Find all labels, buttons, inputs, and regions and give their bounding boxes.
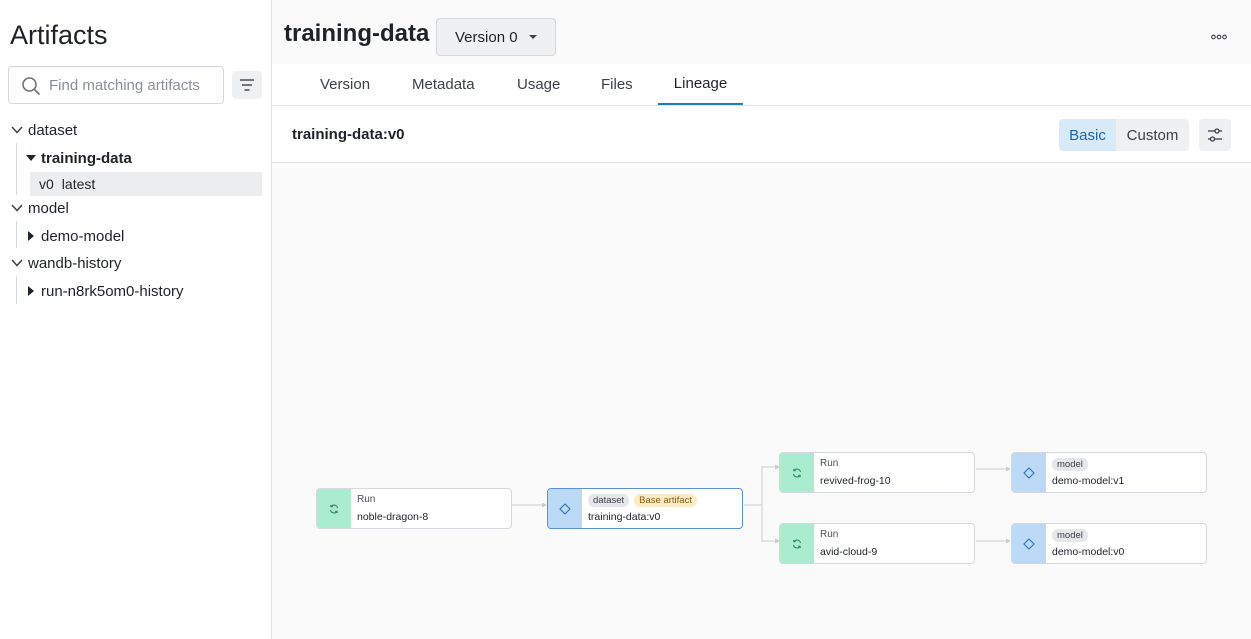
tab-usage[interactable]: Usage <box>517 64 560 105</box>
node-type-pill: model <box>1052 529 1088 542</box>
filter-lines-icon <box>240 79 254 91</box>
lineage-node-base-artifact[interactable]: dataset Base artifact training-data:v0 <box>547 488 743 529</box>
sync-icon <box>329 504 339 513</box>
tree-group-wandb-history[interactable]: wandb-history <box>10 250 121 276</box>
tree-group-label: model <box>28 199 69 217</box>
version-dropdown[interactable]: Version 0 <box>436 18 556 56</box>
artifact-tabs: Version Metadata Usage Files Lineage <box>272 64 1251 106</box>
tree-group-label: wandb-history <box>28 254 122 272</box>
artifact-strip <box>1012 453 1046 492</box>
tree-guide-line <box>16 276 17 304</box>
version-alias: latest <box>61 176 96 192</box>
lineage-node-run[interactable]: Run noble-dragon-8 <box>316 488 512 529</box>
sync-icon <box>792 539 802 548</box>
node-header: model <box>1052 529 1088 542</box>
version-label: v0 <box>39 176 54 192</box>
tree-group-model[interactable]: model <box>10 195 69 221</box>
tab-files[interactable]: Files <box>601 64 633 105</box>
caret-right-icon <box>24 284 38 298</box>
more-button[interactable] <box>1208 28 1230 46</box>
edge-dataset-to-revived-frog <box>744 466 776 506</box>
caret-down-icon <box>24 151 38 165</box>
tree-group-dataset[interactable]: dataset <box>10 117 77 143</box>
node-type-label: Run <box>820 458 839 469</box>
diamond-icon <box>1023 466 1035 479</box>
node-type-label: Run <box>820 529 839 540</box>
artifact-header: training-data Version 0 <box>272 0 1251 64</box>
tree-guide-line <box>16 143 17 195</box>
lineage-node-artifact[interactable]: model demo-model:v1 <box>1011 452 1207 493</box>
node-name: noble-dragon-8 <box>357 511 429 523</box>
filter-button[interactable] <box>232 71 262 99</box>
node-name: demo-model:v0 <box>1052 546 1125 558</box>
sidebar-title: Artifacts <box>10 20 108 50</box>
version-dropdown-label: Version 0 <box>455 28 518 46</box>
diamond-icon <box>1023 537 1035 550</box>
diamond-icon <box>559 502 571 515</box>
page-title: training-data <box>284 20 430 47</box>
chevron-down-icon <box>10 256 24 270</box>
mode-basic-button[interactable]: Basic <box>1059 119 1116 151</box>
tree-group-label: dataset <box>28 121 78 139</box>
caret-down-icon <box>528 35 537 39</box>
tab-metadata[interactable]: Metadata <box>412 64 475 105</box>
tree-item-training-data[interactable]: training-data <box>24 145 132 171</box>
sliders-icon <box>1208 128 1222 142</box>
node-name: training-data:v0 <box>588 511 661 523</box>
more-horizontal-icon <box>1211 34 1227 40</box>
tree-item-label: demo-model <box>41 227 125 245</box>
node-header: dataset Base artifact <box>588 494 697 507</box>
node-type-pill: dataset <box>588 494 630 507</box>
artifact-main: training-data Version 0 Version Metadata… <box>272 0 1251 639</box>
node-type-label: Run <box>357 494 376 505</box>
lineage-toolbar: training-data:v0 Basic Custom <box>272 106 1251 163</box>
tab-lineage[interactable]: Lineage <box>658 64 743 105</box>
base-artifact-badge: Base artifact <box>634 494 697 507</box>
node-header: model <box>1052 458 1088 471</box>
tree-version-row[interactable]: v0 latest <box>30 172 262 196</box>
chevron-down-icon <box>10 201 24 215</box>
tree-item-demo-model[interactable]: demo-model <box>24 223 124 249</box>
mode-custom-button[interactable]: Custom <box>1116 119 1189 151</box>
run-strip <box>780 453 814 492</box>
tree-item-label: run-n8rk5om0-history <box>41 282 184 300</box>
app-window: Artifacts dataset <box>0 0 1251 639</box>
sync-icon <box>792 468 802 477</box>
run-strip <box>780 524 814 563</box>
node-type-pill: model <box>1052 458 1088 471</box>
lineage-title: training-data:v0 <box>292 126 405 143</box>
node-name: demo-model:v1 <box>1052 475 1125 487</box>
tab-version[interactable]: Version <box>320 64 370 105</box>
edge-dataset-to-avid-cloud <box>761 505 776 542</box>
lineage-graph-canvas[interactable]: Run noble-dragon-8 dataset Base artifact… <box>272 163 1251 639</box>
lineage-settings-button[interactable] <box>1199 119 1231 151</box>
run-strip <box>317 489 351 528</box>
artifact-strip <box>1012 524 1046 563</box>
artifact-strip <box>548 489 582 528</box>
lineage-node-run[interactable]: Run revived-frog-10 <box>779 452 975 493</box>
caret-right-icon <box>24 229 38 243</box>
lineage-node-artifact[interactable]: model demo-model:v0 <box>1011 523 1207 564</box>
search-input[interactable] <box>49 67 219 103</box>
chevron-down-icon <box>10 123 24 137</box>
lineage-edges <box>512 464 1011 544</box>
tree-guide-line <box>16 221 17 248</box>
tree-item-label: training-data <box>41 149 132 167</box>
search-icon <box>22 77 40 95</box>
lineage-node-run[interactable]: Run avid-cloud-9 <box>779 523 975 564</box>
search-box[interactable] <box>8 66 224 104</box>
artifacts-sidebar: Artifacts dataset <box>0 0 272 639</box>
node-name: revived-frog-10 <box>820 475 891 487</box>
node-name: avid-cloud-9 <box>820 546 878 558</box>
tree-item-run-history[interactable]: run-n8rk5om0-history <box>24 278 184 304</box>
